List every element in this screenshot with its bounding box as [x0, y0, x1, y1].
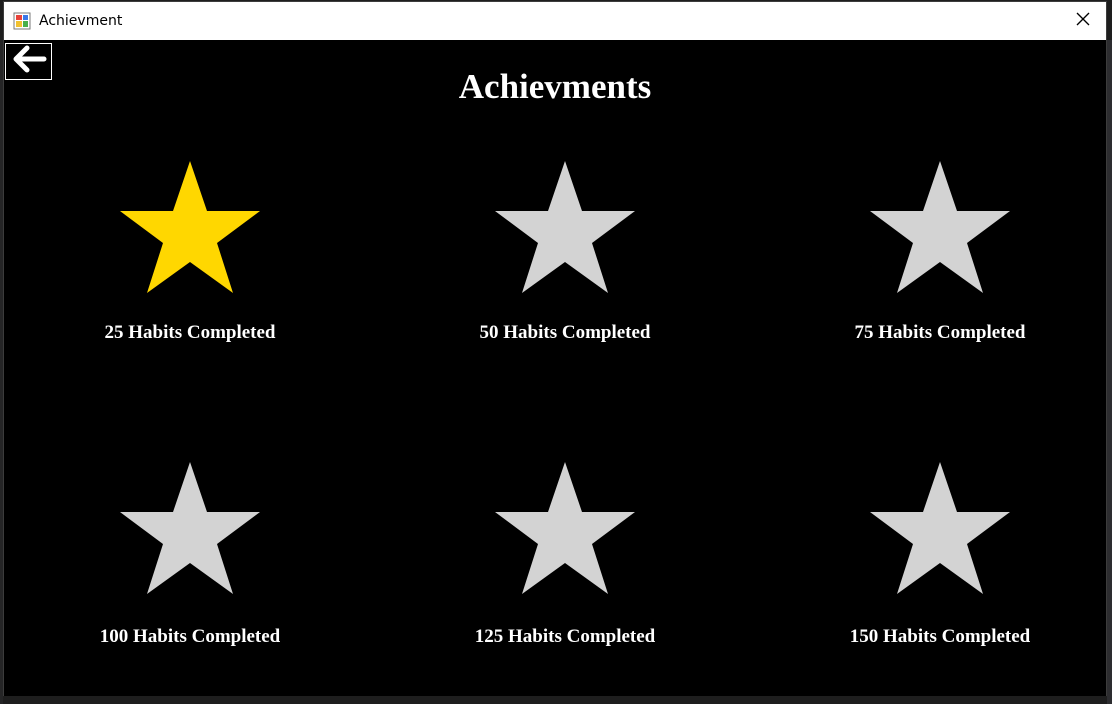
achievement-window: Achievment Achievments 25 Habits Complet… — [3, 1, 1107, 696]
achievement-tile: 50 Habits Completed — [415, 156, 715, 376]
star-locked-icon — [495, 462, 635, 594]
close-button[interactable] — [1060, 2, 1106, 40]
achievement-tile: 100 Habits Completed — [40, 457, 340, 677]
achievement-label: 50 Habits Completed — [479, 322, 651, 343]
star-earned-icon — [120, 161, 260, 293]
star-locked-icon — [120, 462, 260, 594]
client-area: Achievments 25 Habits Completed 50 Habits… — [4, 40, 1106, 696]
star-locked-icon — [495, 161, 635, 293]
achievement-tile: 75 Habits Completed — [790, 156, 1090, 376]
desktop: Achievment Achievments 25 Habits Complet… — [0, 0, 1112, 704]
achievement-tile: 25 Habits Completed — [40, 156, 340, 376]
achievement-label: 150 Habits Completed — [849, 626, 1031, 647]
star-locked-icon — [870, 161, 1010, 293]
achievement-label: 100 Habits Completed — [99, 626, 281, 647]
winforms-app-icon — [13, 12, 31, 30]
achievement-tile: 150 Habits Completed — [790, 457, 1090, 677]
achievement-tile: 125 Habits Completed — [415, 457, 715, 677]
background-editor-strip-right — [1107, 40, 1112, 704]
window-title: Achievment — [39, 13, 123, 29]
star-locked-icon — [870, 462, 1010, 594]
page-title: Achievments — [458, 67, 652, 106]
title-bar[interactable]: Achievment — [4, 2, 1106, 40]
close-icon — [1076, 12, 1090, 31]
achievement-label: 25 Habits Completed — [104, 322, 276, 343]
achievement-label: 75 Habits Completed — [854, 322, 1026, 343]
achievement-label: 125 Habits Completed — [474, 626, 656, 647]
